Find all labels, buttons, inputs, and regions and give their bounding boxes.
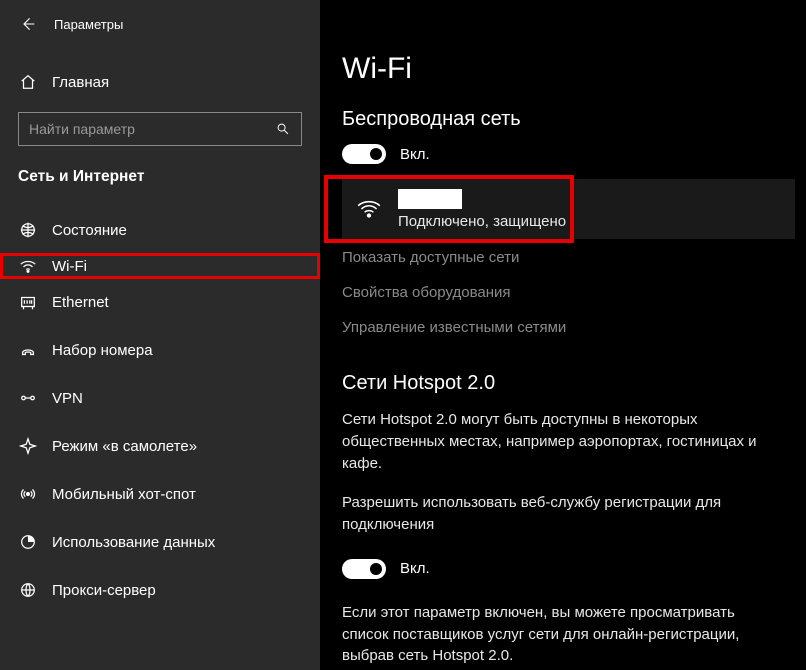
wireless-header: Беспроводная сеть	[342, 108, 774, 131]
wifi-icon	[18, 256, 38, 276]
hotspot-toggle-row: Вкл.	[342, 554, 774, 584]
sidebar-item-label: VPN	[52, 390, 83, 407]
sidebar-item-label: Состояние	[52, 222, 127, 239]
search-input[interactable]	[29, 121, 275, 137]
sidebar-item-hotspot[interactable]: Мобильный хот-спот	[0, 470, 320, 518]
window-title: Параметры	[54, 17, 123, 32]
link-hardware-properties[interactable]: Свойства оборудования	[342, 284, 774, 301]
airplane-icon	[18, 436, 38, 456]
wifi-signal-icon	[356, 196, 382, 222]
hotspot-header: Сети Hotspot 2.0	[342, 372, 774, 395]
sidebar-item-label: Набор номера	[52, 342, 153, 359]
sidebar-item-label: Мобильный хот-спот	[52, 486, 196, 503]
home-icon	[18, 72, 38, 92]
main-panel: Wi-Fi Беспроводная сеть Вкл. Подключено,…	[320, 0, 806, 670]
hotspot-description-1: Сети Hotspot 2.0 могут быть доступны в н…	[342, 409, 774, 474]
search-icon	[275, 121, 291, 137]
hotspot-icon	[18, 484, 38, 504]
vpn-icon	[18, 388, 38, 408]
sidebar-item-status[interactable]: Состояние	[0, 206, 320, 254]
proxy-icon	[18, 580, 38, 600]
sidebar-item-label: Использование данных	[52, 534, 215, 551]
dialup-icon	[18, 340, 38, 360]
sidebar-item-label: Wi-Fi	[52, 258, 87, 275]
sidebar-item-airplane[interactable]: Режим «в самолете»	[0, 422, 320, 470]
wifi-toggle-label: Вкл.	[400, 146, 430, 163]
hotspot-description-2: Разрешить использовать веб-службу регист…	[342, 492, 774, 536]
hotspot-toggle-label: Вкл.	[400, 560, 430, 577]
network-ssid	[398, 189, 462, 209]
current-network-card[interactable]: Подключено, защищено	[342, 179, 795, 239]
status-icon	[18, 220, 38, 240]
hotspot-toggle[interactable]	[342, 559, 386, 579]
link-manage-known-networks[interactable]: Управление известными сетями	[342, 319, 774, 336]
sidebar-item-wifi[interactable]: Wi-Fi	[3, 256, 317, 276]
ethernet-icon	[18, 292, 38, 312]
sidebar-item-dialup[interactable]: Набор номера	[0, 326, 320, 374]
datausage-icon	[18, 532, 38, 552]
section-title-network: Сеть и Интернет	[0, 168, 320, 186]
sidebar-item-label: Ethernet	[52, 294, 109, 311]
sidebar-item-label: Главная	[52, 74, 109, 91]
sidebar-item-proxy[interactable]: Прокси-сервер	[0, 566, 320, 614]
window-titlebar: Параметры	[0, 8, 320, 40]
sidebar-item-home[interactable]: Главная	[0, 62, 320, 102]
link-show-networks[interactable]: Показать доступные сети	[342, 249, 774, 266]
network-status: Подключено, защищено	[398, 213, 566, 230]
back-icon[interactable]	[18, 14, 38, 34]
search-settings-field[interactable]	[18, 112, 302, 146]
sidebar: Параметры Главная Сеть и Интернет Состоя…	[0, 0, 320, 670]
sidebar-item-datausage[interactable]: Использование данных	[0, 518, 320, 566]
current-network-row: Подключено, защищено	[342, 179, 774, 239]
sidebar-nav: Состояние Wi-Fi Ethernet Набор номера	[0, 206, 320, 614]
highlight-box-wifi: Wi-Fi	[0, 253, 320, 279]
hotspot-description-3: Если этот параметр включен, вы можете пр…	[342, 602, 774, 667]
wifi-toggle-row: Вкл.	[342, 139, 774, 169]
page-title: Wi-Fi	[342, 52, 774, 86]
wifi-toggle[interactable]	[342, 144, 386, 164]
sidebar-item-label: Режим «в самолете»	[52, 438, 197, 455]
sidebar-item-label: Прокси-сервер	[52, 582, 156, 599]
sidebar-item-vpn[interactable]: VPN	[0, 374, 320, 422]
sidebar-item-ethernet[interactable]: Ethernet	[0, 278, 320, 326]
